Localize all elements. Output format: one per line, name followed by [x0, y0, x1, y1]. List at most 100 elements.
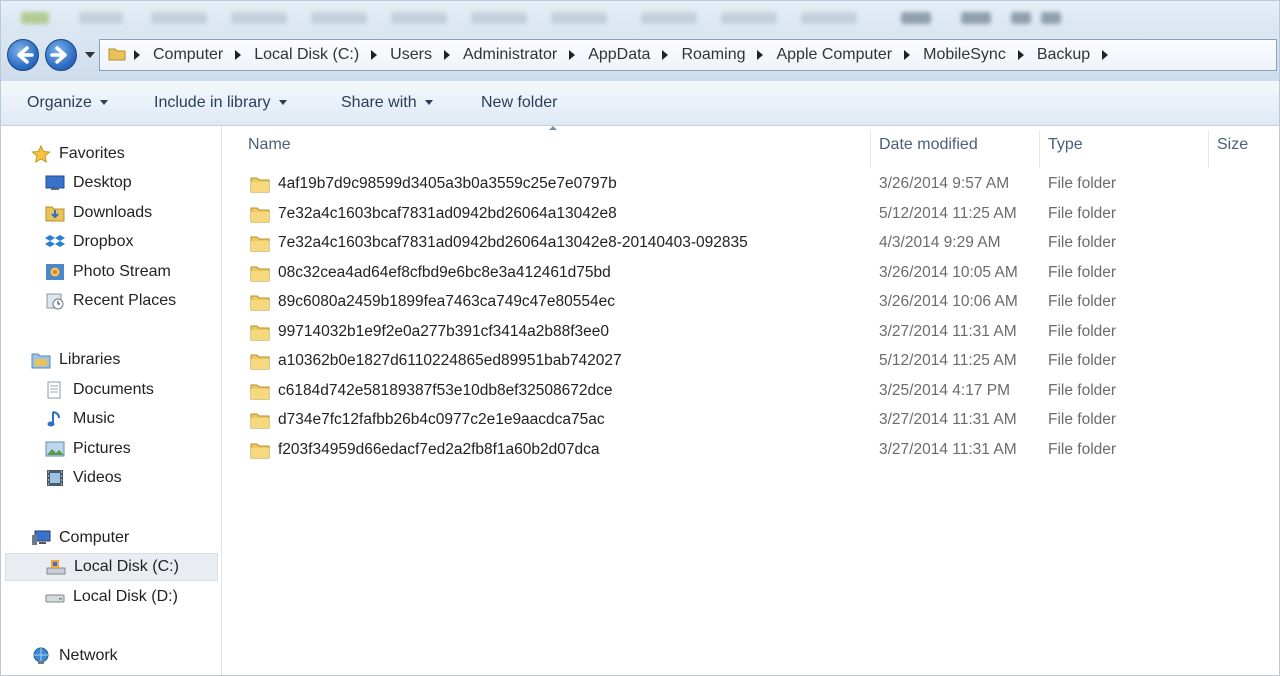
view-icon[interactable]: [901, 12, 931, 24]
column-header-size[interactable]: Size: [1217, 136, 1248, 154]
folder-icon: [250, 325, 270, 340]
recent-places-icon: [46, 293, 64, 310]
address-row: Computer Local Disk (C:) Users Administr…: [1, 33, 1279, 81]
column-divider[interactable]: [1039, 130, 1040, 168]
folder-icon: [250, 413, 270, 429]
nav-music[interactable]: Music: [45, 405, 115, 433]
close-icon[interactable]: [1041, 12, 1061, 24]
breadcrumb-item-administrator[interactable]: Administrator: [463, 46, 557, 64]
computer-icon: [32, 530, 51, 545]
organize-label: Organize: [27, 94, 92, 111]
include-in-library-button[interactable]: Include in library: [154, 94, 287, 112]
breadcrumb-separator-icon[interactable]: [1102, 50, 1109, 60]
file-row[interactable]: 7e32a4c1603bcaf7831ad0942bd26064a13042e8…: [223, 229, 1279, 258]
file-row[interactable]: 08c32cea4ad64ef8cfbd9e6bc8e3a412461d75bd…: [223, 259, 1279, 288]
breadcrumb-item-appdata[interactable]: AppData: [588, 46, 650, 64]
menu-item-blurred[interactable]: [151, 12, 207, 24]
file-row[interactable]: f203f34959d66edacf7ed2a2fb8f1a60b2d07dca…: [223, 436, 1279, 465]
file-row[interactable]: 89c6080a2459b1899fea7463ca749c47e80554ec…: [223, 288, 1279, 317]
settings-icon[interactable]: [961, 12, 991, 24]
nav-label: Local Disk (D:): [73, 588, 178, 605]
nav-local-disk-c[interactable]: Local Disk (C:): [5, 553, 218, 581]
breadcrumb-item-mobilesync[interactable]: MobileSync: [923, 46, 1006, 64]
column-header-date-modified[interactable]: Date modified: [879, 136, 978, 154]
file-row[interactable]: 99714032b1e9f2e0a277b391cf3414a2b88f3ee0…: [223, 318, 1279, 347]
file-row[interactable]: d734e7fc12fafbb26b4c0977c2e1e9aacdca75ac…: [223, 406, 1279, 435]
menu-item-blurred[interactable]: [311, 12, 367, 24]
menu-item-blurred[interactable]: [641, 12, 697, 24]
title-bar: [1, 1, 1279, 33]
column-header-type[interactable]: Type: [1048, 136, 1083, 154]
address-bar[interactable]: Computer Local Disk (C:) Users Administr…: [99, 39, 1277, 71]
file-row[interactable]: 7e32a4c1603bcaf7831ad0942bd26064a13042e8…: [223, 200, 1279, 229]
breadcrumb-separator-icon[interactable]: [569, 50, 576, 60]
menu-item-blurred[interactable]: [721, 12, 777, 24]
command-bar: Organize Include in library Share with N…: [1, 81, 1279, 126]
nav-computer[interactable]: Computer: [31, 524, 129, 552]
breadcrumb-separator-icon[interactable]: [662, 50, 669, 60]
nav-pictures[interactable]: Pictures: [45, 435, 131, 463]
breadcrumb-separator-icon[interactable]: [134, 50, 140, 60]
column-divider[interactable]: [870, 130, 871, 168]
breadcrumb-item-users[interactable]: Users: [390, 46, 432, 64]
organize-button[interactable]: Organize: [27, 94, 108, 112]
column-header-name[interactable]: Name: [248, 136, 291, 154]
menu-item-blurred[interactable]: [801, 12, 857, 24]
column-divider[interactable]: [1208, 130, 1209, 168]
nav-dropbox[interactable]: Dropbox: [45, 228, 133, 256]
breadcrumb-separator-icon[interactable]: [371, 50, 378, 60]
share-with-button[interactable]: Share with: [341, 94, 433, 112]
back-button[interactable]: [7, 39, 39, 71]
menu-item-blurred[interactable]: [471, 12, 527, 24]
arrow-left-icon: [17, 46, 34, 64]
nav-photo-stream[interactable]: Photo Stream: [45, 258, 171, 286]
menu-item-blurred[interactable]: [79, 12, 123, 24]
nav-libraries[interactable]: Libraries: [31, 346, 120, 374]
new-folder-button[interactable]: New folder: [481, 94, 557, 112]
file-row[interactable]: c6184d742e58189387f53e10db8ef32508672dce…: [223, 377, 1279, 406]
include-in-library-label: Include in library: [154, 94, 271, 111]
nav-favorites[interactable]: Favorites: [31, 140, 125, 168]
breadcrumb-item-roaming[interactable]: Roaming: [681, 46, 745, 64]
help-icon[interactable]: [1011, 12, 1031, 24]
nav-downloads[interactable]: Downloads: [45, 199, 152, 227]
nav-label: Downloads: [73, 204, 153, 221]
nav-recent-places[interactable]: Recent Places: [45, 287, 176, 315]
menu-item-blurred[interactable]: [391, 12, 447, 24]
nav-desktop[interactable]: Desktop: [45, 169, 132, 197]
folder-icon: [250, 295, 270, 311]
file-type: File folder: [1048, 440, 1117, 458]
breadcrumb-separator-icon[interactable]: [1017, 50, 1024, 60]
nav-label: Desktop: [73, 174, 132, 191]
breadcrumb-separator-icon[interactable]: [757, 50, 764, 60]
menu-item-blurred[interactable]: [551, 12, 607, 24]
file-name: f203f34959d66edacf7ed2a2fb8f1a60b2d07dca: [278, 440, 600, 458]
breadcrumb-item-local-disk-c[interactable]: Local Disk (C:): [254, 46, 359, 64]
nav-local-disk-d[interactable]: Local Disk (D:): [45, 583, 178, 611]
breadcrumb-separator-icon[interactable]: [904, 50, 911, 60]
arrow-right-icon: [50, 46, 67, 64]
recent-pages-dropdown[interactable]: [85, 52, 95, 58]
photo-stream-icon: [46, 264, 64, 280]
nav-network[interactable]: Network: [31, 642, 118, 670]
breadcrumb-separator-icon[interactable]: [235, 50, 242, 60]
file-date-modified: 5/12/2014 11:25 AM: [879, 204, 1017, 222]
file-row[interactable]: 4af19b7d9c98599d3405a3b0a3559c25e7e0797b…: [223, 170, 1279, 199]
breadcrumb-item-computer[interactable]: Computer: [153, 46, 223, 64]
forward-button[interactable]: [45, 39, 77, 71]
file-name: 7e32a4c1603bcaf7831ad0942bd26064a13042e8…: [278, 234, 748, 251]
folder-icon: [250, 266, 270, 281]
star-icon: [31, 145, 51, 163]
file-row[interactable]: a10362b0e1827d6110224865ed89951bab742027…: [223, 347, 1279, 376]
folder-icon: [250, 207, 270, 222]
menu-item-blurred[interactable]: [231, 12, 287, 24]
file-name: d734e7fc12fafbb26b4c0977c2e1e9aacdca75ac: [278, 411, 605, 428]
nav-videos[interactable]: Videos: [45, 464, 122, 492]
breadcrumb-separator-icon[interactable]: [443, 50, 450, 60]
file-name: 89c6080a2459b1899fea7463ca749c47e80554ec: [278, 293, 616, 310]
nav-documents[interactable]: Documents: [45, 376, 154, 404]
libraries-icon: [31, 353, 51, 369]
nav-label: Favorites: [59, 145, 125, 162]
breadcrumb-item-apple-computer[interactable]: Apple Computer: [776, 46, 892, 64]
breadcrumb-item-backup[interactable]: Backup: [1037, 46, 1090, 64]
